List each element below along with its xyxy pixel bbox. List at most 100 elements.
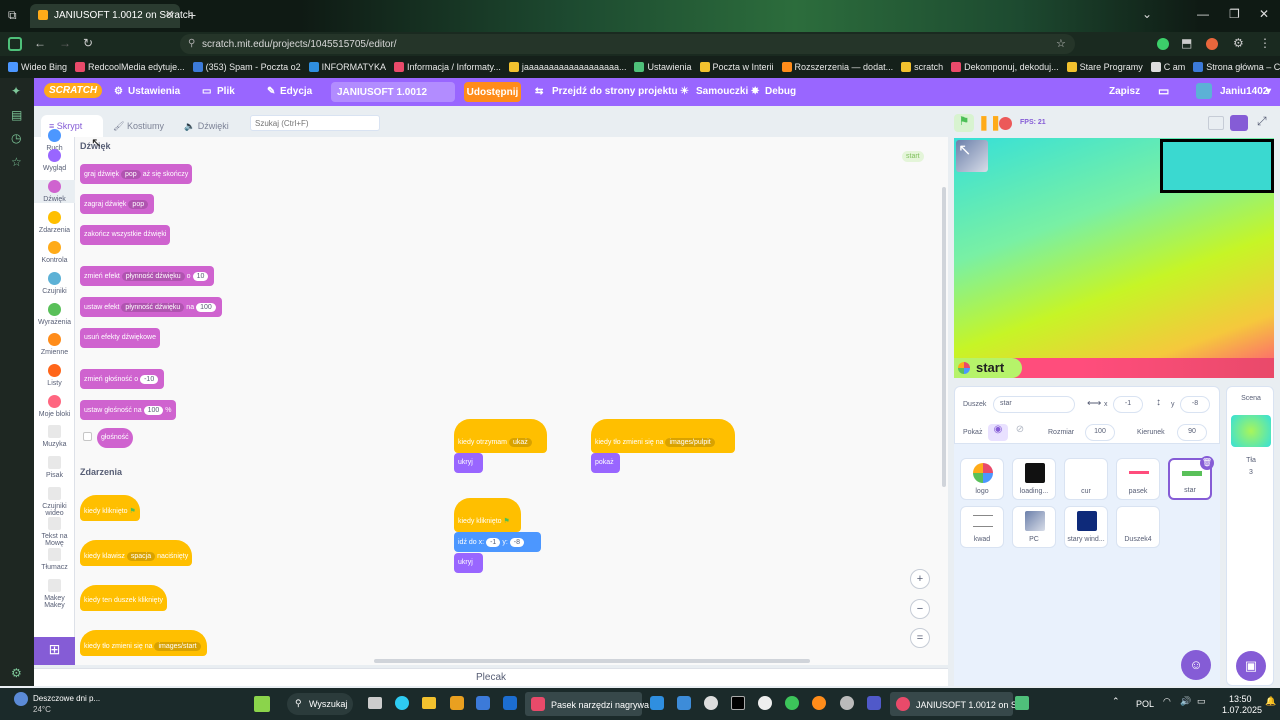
fullscreen-icon[interactable]: ⤢	[1257, 114, 1267, 129]
wifi-icon[interactable]: ◠	[1163, 696, 1171, 707]
app-icon-7[interactable]	[812, 696, 826, 710]
sprite-tile-loading-[interactable]: loading...	[1012, 458, 1056, 500]
bookmark-item[interactable]: Stare Programy	[1066, 62, 1143, 72]
see-project-button[interactable]: Przejdź do strony projektu	[552, 86, 678, 97]
history-icon[interactable]: ◷	[11, 131, 21, 145]
app-icon-2[interactable]	[476, 696, 490, 710]
category-czujniki-wideo[interactable]: Czujniki wideo	[34, 487, 75, 517]
sidebar-toggle-icon[interactable]	[8, 37, 22, 51]
reading-list-icon[interactable]: ▤	[11, 108, 22, 122]
skype-icon[interactable]	[650, 696, 664, 710]
volume-icon[interactable]: 🔊	[1180, 696, 1191, 707]
bookmark-item[interactable]: RedcoolMedia edytuje...	[75, 62, 185, 72]
scratch-logo[interactable]: SCRATCH	[44, 83, 103, 98]
category-wygląd[interactable]: Wygląd	[34, 149, 75, 172]
address-bar[interactable]: ⚲ scratch.mit.edu/projects/1045515705/ed…	[180, 34, 1075, 54]
y-input[interactable]: -8	[1180, 396, 1210, 413]
tab-costumes[interactable]: 🖌 Kostiumy	[105, 115, 173, 137]
hide-block-2[interactable]: ukryj	[454, 553, 483, 573]
tab-sounds[interactable]: 🔈 Dźwięki	[176, 115, 246, 137]
settings-gear-icon[interactable]: ⚙	[1233, 36, 1244, 50]
category-moje-bloki[interactable]: Moje bloki	[34, 395, 75, 418]
calculator-icon[interactable]	[1015, 696, 1029, 710]
my-stuff-folder-icon[interactable]: ▭	[1158, 84, 1169, 98]
share-button[interactable]: Udostępnij	[464, 82, 521, 102]
bookmark-item[interactable]: jaaaaaaaaaaaaaaaaaaa...	[508, 62, 626, 72]
taskbar-app-browser[interactable]: JANIUSOFT 1.0012 on Sc	[890, 692, 1021, 716]
small-stage-icon[interactable]	[1208, 116, 1224, 130]
zoom-out-icon[interactable]: −	[910, 599, 930, 619]
debug-button[interactable]: Debug	[765, 86, 796, 97]
stage[interactable]: ↖ start	[954, 138, 1274, 378]
bookmark-item[interactable]: Informacja / Informaty...	[393, 62, 501, 72]
normal-stage-icon[interactable]	[1230, 115, 1248, 131]
battery-icon[interactable]: ▭	[1197, 696, 1206, 707]
tab-list-icon[interactable]: ⌄	[1142, 7, 1152, 21]
go-to-xy-block[interactable]: idź do x: -1 y: -8	[454, 532, 541, 552]
add-extension-icon[interactable]: ⊞	[34, 637, 75, 665]
sprite-tile-stary-wind-[interactable]: stary wind...	[1064, 506, 1108, 548]
bookmark-item[interactable]: (353) Spam - Poczta o2	[192, 62, 301, 72]
when-flag-clicked-block[interactable]: kiedy kliknięto ⚑	[80, 495, 140, 521]
taskbar-search[interactable]: ⚲ Wyszukaj	[287, 693, 353, 715]
volume-checkbox[interactable]	[83, 432, 92, 441]
language-indicator[interactable]: POL	[1136, 699, 1154, 709]
category-zmienne[interactable]: Zmienne	[34, 333, 75, 356]
when-receive-hat-block[interactable]: kiedy otrzymam ukaż	[454, 419, 547, 453]
clock-date[interactable]: 1.07.2025	[1222, 705, 1262, 715]
sprite-tile-logo[interactable]: logo	[960, 458, 1004, 500]
favorites-icon[interactable]: ☆	[11, 155, 22, 169]
side-settings-icon[interactable]: ⚙	[11, 666, 22, 680]
app-icon-4[interactable]	[704, 696, 718, 710]
horizontal-scrollbar[interactable]	[374, 659, 810, 663]
save-button[interactable]: Zapisz	[1109, 86, 1140, 97]
bookmark-item[interactable]: Wideo Bing	[8, 62, 67, 72]
tab-actions-icon[interactable]: ⧉	[8, 8, 17, 23]
category-tekst-na-mowę[interactable]: Tekst na Mowę	[34, 517, 75, 547]
edit-menu[interactable]: Edycja	[280, 86, 312, 97]
show-block[interactable]: pokaż	[591, 453, 620, 473]
window-sprite[interactable]	[1160, 139, 1274, 193]
outlook-icon[interactable]	[503, 696, 517, 710]
category-zdarzenia[interactable]: Zdarzenia	[34, 211, 75, 234]
zoom-reset-icon[interactable]: =	[910, 628, 930, 648]
category-dźwięk[interactable]: Dźwięk	[34, 180, 75, 203]
zoom-in-icon[interactable]: +	[910, 569, 930, 589]
sprite-name-input[interactable]: star	[993, 396, 1075, 413]
clear-sound-effects-block[interactable]: usuń efekty dźwiękowe	[80, 328, 160, 348]
app-icon-3[interactable]	[677, 696, 691, 710]
volume-reporter-block[interactable]: głośność	[97, 428, 133, 448]
when-flag-hat-block[interactable]: kiedy kliknięto ⚑	[454, 498, 521, 532]
direction-input[interactable]: 90	[1177, 424, 1207, 441]
start-button-sprite[interactable]: start	[954, 358, 1022, 378]
avatar[interactable]	[1196, 83, 1212, 99]
category-listy[interactable]: Listy	[34, 364, 75, 387]
bookmark-item[interactable]: scratch	[901, 62, 943, 72]
clock-time[interactable]: 13:50	[1229, 694, 1252, 704]
search-input[interactable]	[250, 115, 380, 131]
weather-icon[interactable]	[14, 692, 28, 706]
sprite-tile-duszek4[interactable]: Duszek4	[1116, 506, 1160, 548]
show-hidden-icons-icon[interactable]: ⌃	[1112, 696, 1120, 707]
sprite-tile-star[interactable]: star 🗑	[1168, 456, 1214, 500]
profile-icon[interactable]	[1206, 38, 1218, 50]
start-sound-block[interactable]: zagraj dźwięk pop	[80, 194, 155, 214]
category-makey-makey[interactable]: Makey Makey	[34, 579, 75, 609]
change-volume-block[interactable]: zmień głośność o -10	[80, 369, 165, 389]
extensions-puzzle-icon[interactable]: ⬒	[1181, 36, 1192, 50]
category-kontrola[interactable]: Kontrola	[34, 241, 75, 264]
x-input[interactable]: -1	[1113, 396, 1143, 413]
back-icon[interactable]: ←	[34, 36, 46, 50]
show-eye-icon[interactable]: ◉	[988, 424, 1008, 441]
category-czujniki[interactable]: Czujniki	[34, 272, 75, 295]
bookmark-item[interactable]: Poczta w Interii	[699, 62, 774, 72]
backdrop-thumbnail[interactable]	[1231, 415, 1271, 447]
set-volume-block[interactable]: ustaw głośność na 100%	[80, 400, 176, 420]
close-window-icon[interactable]: ✕	[1259, 7, 1269, 21]
teams-icon[interactable]	[867, 696, 881, 710]
settings-menu[interactable]: Ustawienia	[128, 86, 180, 97]
minimize-icon[interactable]: —	[1197, 7, 1209, 21]
reload-icon[interactable]: ↻	[83, 36, 93, 50]
stop-all-sounds-block[interactable]: zakończ wszystkie dźwięki	[80, 225, 171, 245]
close-tab-icon[interactable]: ✕	[165, 8, 174, 21]
